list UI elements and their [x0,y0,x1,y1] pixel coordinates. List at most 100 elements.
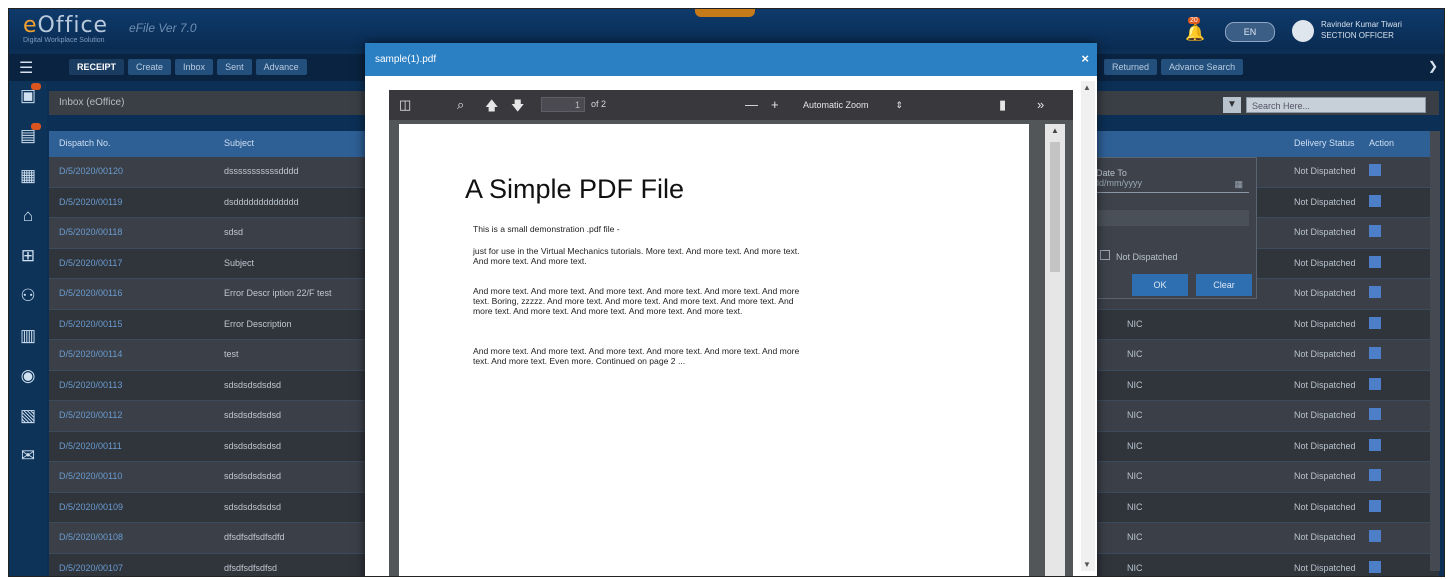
calendar-icon[interactable]: ▦ [1234,179,1243,190]
previous-page-icon[interactable]: 🡅 [485,97,498,119]
dispatch-link[interactable]: D/5/2020/00111 [59,441,209,451]
dispatch-link[interactable]: D/5/2020/00120 [59,166,209,176]
bell-icon[interactable]: 🔔 [1185,23,1205,43]
tab-inbox[interactable]: Inbox [175,59,214,75]
scroll-thumb[interactable] [1050,142,1060,272]
action-icon[interactable] [1369,225,1381,237]
dispatch-link[interactable]: D/5/2020/00118 [59,227,209,237]
notification-badge: 20 [1188,17,1200,24]
left-sidebar: ▣ ▤ ▦ ⌂ ⊞ ⚇ ▥ ◉ ▧ ✉ [9,81,47,576]
action-icon[interactable] [1369,286,1381,298]
not-dispatched-checkbox[interactable]: Not Dispatched [1100,250,1178,262]
subject-cell: sdsd [224,227,244,237]
next-page-icon[interactable]: 🡇 [511,97,524,119]
column-header-dispatch[interactable]: Dispatch No. [59,138,111,148]
subject-cell: sdsdsdsdsdsd [224,410,282,420]
action-icon[interactable] [1369,499,1381,512]
download-icon[interactable]: ▮ [999,97,1006,113]
filter-row[interactable] [1094,210,1249,226]
scroll-up-icon[interactable]: ▲ [1051,126,1059,135]
language-toggle[interactable]: EN [1225,22,1275,42]
home-icon[interactable]: ⌂ [17,205,39,227]
settings-icon[interactable]: ◉ [17,365,39,387]
column-header-subject[interactable]: Subject [224,138,254,148]
page-count: of 2 [591,99,607,109]
action-icon[interactable] [1369,469,1381,481]
header-accent [695,9,755,17]
sender-cell: NIC [1127,318,1143,329]
tools-menu-icon[interactable]: » [1037,97,1044,112]
zoom-select[interactable]: Automatic Zoom ⇕ [797,97,909,113]
tab-receipt[interactable]: RECEIPT [69,59,125,75]
tab-create[interactable]: Create [128,59,172,75]
ok-button[interactable]: OK [1132,274,1188,296]
hamburger-menu-icon[interactable]: ☰ [19,58,33,78]
checkbox-box[interactable] [1100,250,1110,260]
tab-returned[interactable]: Returned [1104,59,1158,75]
action-icon[interactable] [1369,347,1381,359]
sender-cell: NIC [1127,562,1143,573]
sidebar-toggle-icon[interactable]: ◫ [399,97,411,113]
network-icon[interactable]: ⊞ [17,245,39,267]
filter-icon[interactable]: ▼ [1223,97,1241,113]
zoom-in-icon[interactable]: + [771,97,779,112]
search-input[interactable]: Search Here... [1246,97,1426,113]
avatar[interactable] [1292,20,1314,42]
search-icon[interactable]: ⌕ [457,97,464,113]
dispatch-link[interactable]: D/5/2020/00114 [59,349,209,359]
subject-cell: sdsdsdsdsdsd [224,471,282,481]
document-icon[interactable]: ▧ [17,405,39,427]
user-name: Ravinder Kumar Tiwari [1321,20,1402,29]
tab-advance-search[interactable]: Advance Search [1161,59,1244,75]
action-icon[interactable] [1369,164,1381,176]
action-icon[interactable] [1369,316,1381,329]
action-icon[interactable] [1369,194,1381,207]
app-window: eOffice Digital Workplace Solution eFile… [8,8,1445,577]
pdf-scrollbar[interactable]: ▲ [1045,124,1065,576]
grid-icon[interactable]: ▦ [17,165,39,187]
subject-cell: dfsdfsdfsdfsd [224,562,278,573]
dispatch-link[interactable]: D/5/2020/00116 [59,288,209,298]
scroll-up-icon[interactable]: ▲ [1083,83,1091,92]
sender-cell: NIC [1127,349,1143,359]
table-scrollbar[interactable] [1430,131,1440,571]
column-header-status[interactable]: Delivery Status [1294,138,1355,148]
date-to-input[interactable]: dd/mm/yyyy ▦ [1094,178,1249,193]
page-number-input[interactable]: 1 [541,97,585,112]
dispatch-link[interactable]: D/5/2020/00113 [59,380,209,390]
users-icon[interactable]: ⚇ [17,285,39,307]
document-paragraph: And more text. And more text. And more t… [473,286,800,316]
dispatch-link[interactable]: D/5/2020/00115 [59,319,209,329]
briefcase-icon[interactable]: ▥ [17,325,39,347]
app-logo[interactable]: eOffice [23,13,108,38]
scroll-down-icon[interactable]: ▼ [1083,560,1091,569]
zoom-out-icon[interactable]: — [745,97,758,112]
user-info[interactable]: Ravinder Kumar Tiwari SECTION OFFICER [1321,19,1431,41]
dispatch-link[interactable]: D/5/2020/00109 [59,502,209,512]
close-icon[interactable]: × [1081,51,1089,66]
action-icon[interactable] [1369,530,1381,542]
action-icon[interactable] [1369,408,1381,420]
clear-button[interactable]: Clear [1196,274,1252,296]
action-icon[interactable] [1369,255,1381,268]
sender-cell: NIC [1127,501,1143,512]
dispatch-link[interactable]: D/5/2020/00110 [59,471,209,481]
tab-advance[interactable]: Advance [255,59,307,75]
subject-cell: dsssssssssssdddd [224,166,299,176]
modal-scrollbar[interactable]: ▲ ▼ [1081,81,1095,571]
dispatch-link[interactable]: D/5/2020/00117 [59,258,209,268]
dispatch-link[interactable]: D/5/2020/00108 [59,532,209,542]
tab-sent[interactable]: Sent [217,59,252,75]
notification-area[interactable]: 🔔 20 [1185,17,1225,43]
mail-icon[interactable]: ✉ [17,445,39,467]
dispatch-link[interactable]: D/5/2020/00107 [59,563,209,573]
dispatch-link[interactable]: D/5/2020/00112 [59,410,209,420]
document-paragraph: just for use in the Virtual Mechanics tu… [473,246,800,266]
sidebar-badge [31,83,41,90]
action-icon[interactable] [1369,560,1381,573]
action-icon[interactable] [1369,377,1381,390]
dispatch-link[interactable]: D/5/2020/00119 [59,197,209,207]
nav-next-icon[interactable]: ❯ [1428,59,1438,73]
action-icon[interactable] [1369,438,1381,451]
subject-cell: dfsdfsdfsdfsdfd [224,532,285,542]
